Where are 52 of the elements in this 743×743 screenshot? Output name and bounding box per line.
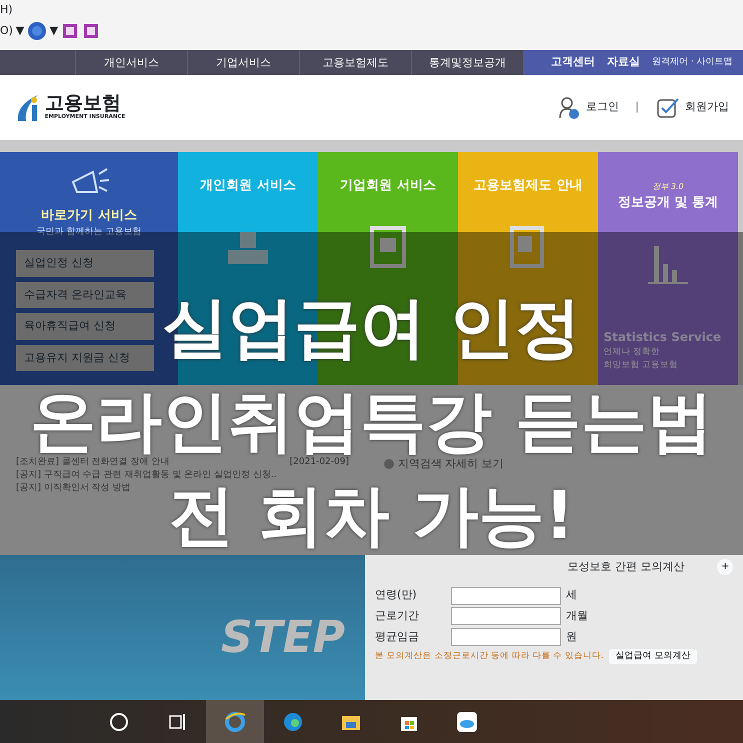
input-field[interactable] (450, 586, 560, 604)
title-text: 온라인취업특강 듣는법 (30, 389, 713, 455)
quick-service-title: 바로가기 서비스 (40, 207, 138, 225)
tile-title: 정보공개 및 통계 (616, 194, 720, 210)
ie-icon (224, 710, 246, 732)
tile-description: 언제나 정확한 (604, 346, 662, 359)
dropdown-arrow[interactable]: ▼ (16, 23, 24, 40)
calculator-note: 본 모의계산은 소정근로시간 등에 따라 다를 수 있습니다. (375, 650, 604, 663)
title-text: 실업급여 인정 (162, 295, 581, 361)
tile-title: 기업회원 서비스 (339, 178, 437, 194)
notice-link[interactable]: [공지] 구직급여 수급 관련 재취업활동 및 온라인 실업인정 신청.. (16, 469, 277, 482)
input-field[interactable] (450, 628, 560, 646)
cloud-icon (456, 710, 478, 732)
banner-heading: STEP (220, 610, 345, 664)
separator: | (635, 99, 639, 116)
field-unit: 개월 (566, 608, 588, 624)
menu-text[interactable]: H) (0, 2, 743, 18)
notice-date: [2021-02-09] (290, 456, 349, 469)
edge-icon (282, 710, 304, 732)
utility-link[interactable]: 고객센터 (551, 54, 595, 71)
calculator-title: 모성보호 간편 모의계산 (567, 559, 684, 575)
tile-title: 개인회원 서비스 (199, 178, 297, 194)
tile-caption: 희망보험 고용보험 (604, 358, 680, 372)
utility-links[interactable]: 원격제어 · 사이트맵 (652, 56, 733, 70)
tile-english-title: Statistics Service (602, 329, 722, 346)
tile-title: 고용보험제도 안내 (472, 178, 584, 194)
field-label: 연령(만) (375, 587, 418, 604)
calculate-button[interactable]: 실업급여 모의계산 (609, 648, 697, 664)
notice-link[interactable]: [조치완료] 콜센터 전화연결 장애 안내 (16, 456, 170, 469)
field-label: 근로기간 (375, 608, 420, 624)
help-icon[interactable] (26, 21, 47, 42)
dropdown-menu-text[interactable]: O) (0, 23, 13, 40)
logo-title: 고용보험 (44, 94, 121, 113)
user-icon (558, 96, 580, 120)
field-label: 평균임금 (375, 628, 420, 645)
notice-link[interactable]: [공지] 이직확인서 작성 방법 (16, 482, 131, 495)
notebook-icon[interactable] (82, 22, 100, 40)
notebook-icon[interactable] (60, 22, 79, 40)
expand-button[interactable]: + (717, 559, 733, 576)
input-field[interactable] (450, 607, 560, 626)
title-text: 전 회차 가능! (168, 483, 575, 549)
field-unit: 세 (566, 587, 577, 604)
dropdown-arrow[interactable]: ▼ (50, 23, 58, 40)
signup-link[interactable]: 회원가입 (685, 99, 729, 116)
badge-text: 정부 3.0 (652, 182, 684, 191)
login-link[interactable]: 로그인 (586, 99, 619, 116)
search-icon (108, 710, 130, 732)
quick-service-subtitle: 국민과 함께하는 고용보험 (36, 226, 142, 238)
region-search-link[interactable]: 지역검색 자세히 보기 (398, 456, 504, 472)
checkbox-pen-icon (656, 96, 680, 120)
utility-link[interactable]: 자료실 (607, 54, 640, 71)
field-unit: 원 (566, 628, 577, 645)
